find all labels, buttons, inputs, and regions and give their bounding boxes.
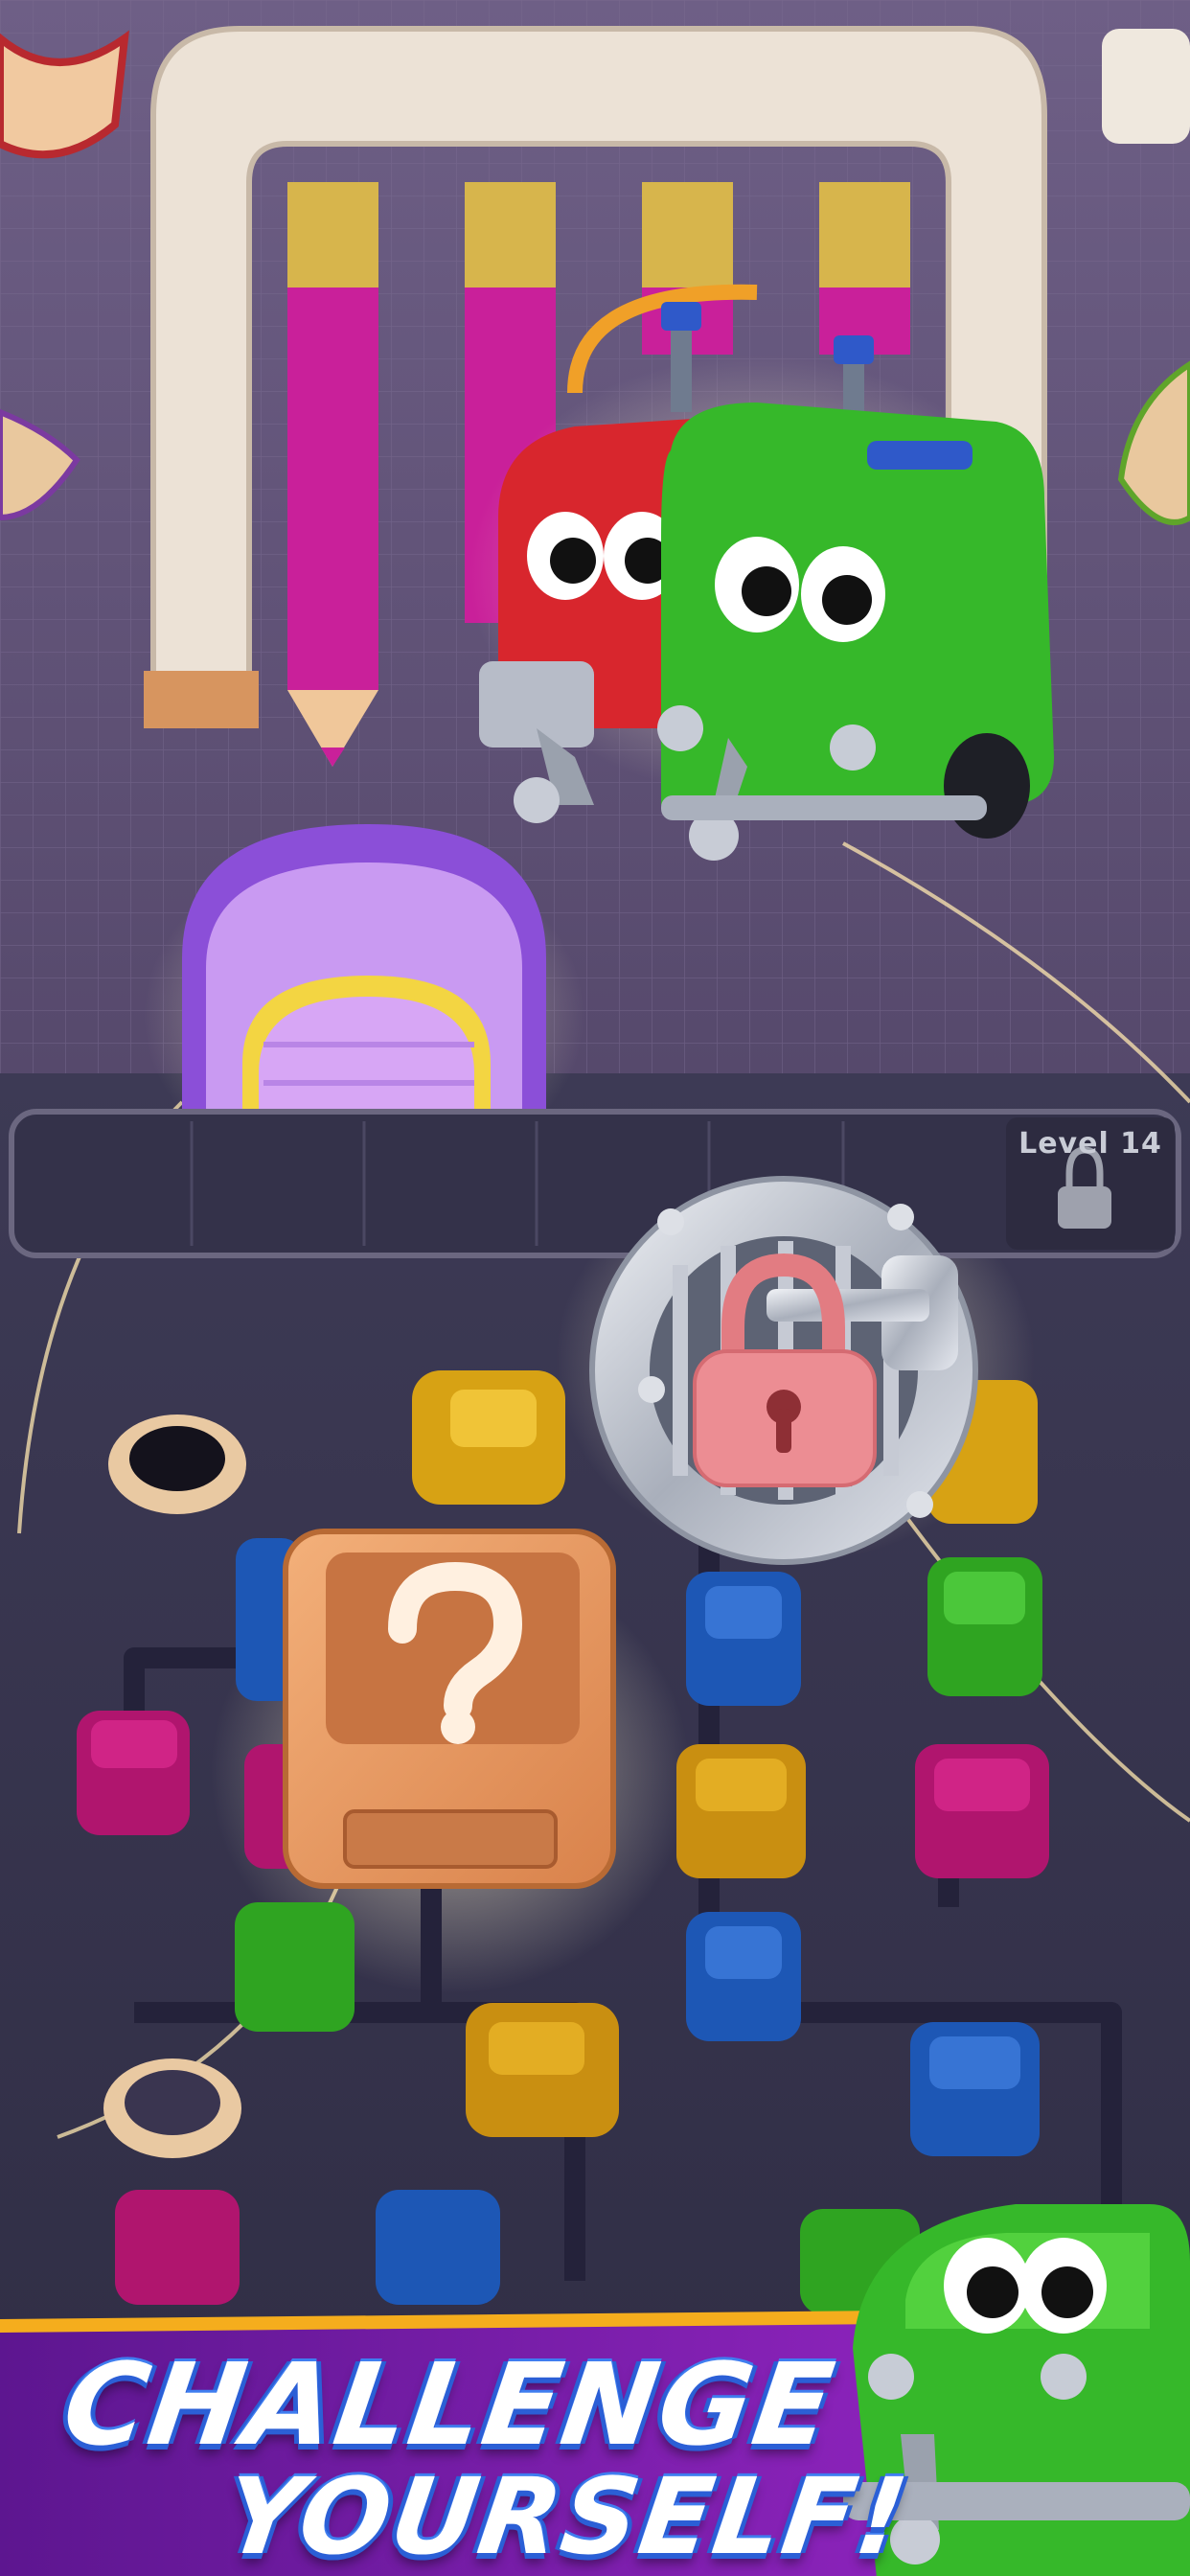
car-green[interactable] <box>927 1557 1042 1696</box>
car-hole[interactable] <box>103 2058 241 2158</box>
car-yellow[interactable] <box>676 1744 806 1878</box>
car-yellow[interactable] <box>466 2003 619 2137</box>
banner-title-line2: YOURSELF! <box>217 2455 917 2576</box>
car-magenta[interactable] <box>115 2190 240 2305</box>
car-magenta[interactable] <box>915 1744 1049 1878</box>
car-magenta[interactable] <box>77 1711 190 1835</box>
mystery-box[interactable] <box>283 1529 616 1889</box>
vault-lock-icon[interactable] <box>589 1176 978 1565</box>
car-blue[interactable] <box>910 2022 1040 2156</box>
car-blue[interactable] <box>686 1572 801 1706</box>
game-screen: { "level_indicator": { "label": "Level 1… <box>0 0 1190 2576</box>
car-blue[interactable] <box>686 1912 801 2041</box>
banner-title-line1: CHALLENGE <box>56 2338 843 2471</box>
level-lock-label: Level 14 <box>1018 1127 1162 1161</box>
car-yellow[interactable] <box>412 1370 565 1505</box>
car-blue[interactable] <box>376 2190 500 2305</box>
car-green[interactable] <box>235 1902 355 2032</box>
game-scene <box>0 0 1190 2576</box>
car-hole[interactable] <box>108 1414 246 1514</box>
